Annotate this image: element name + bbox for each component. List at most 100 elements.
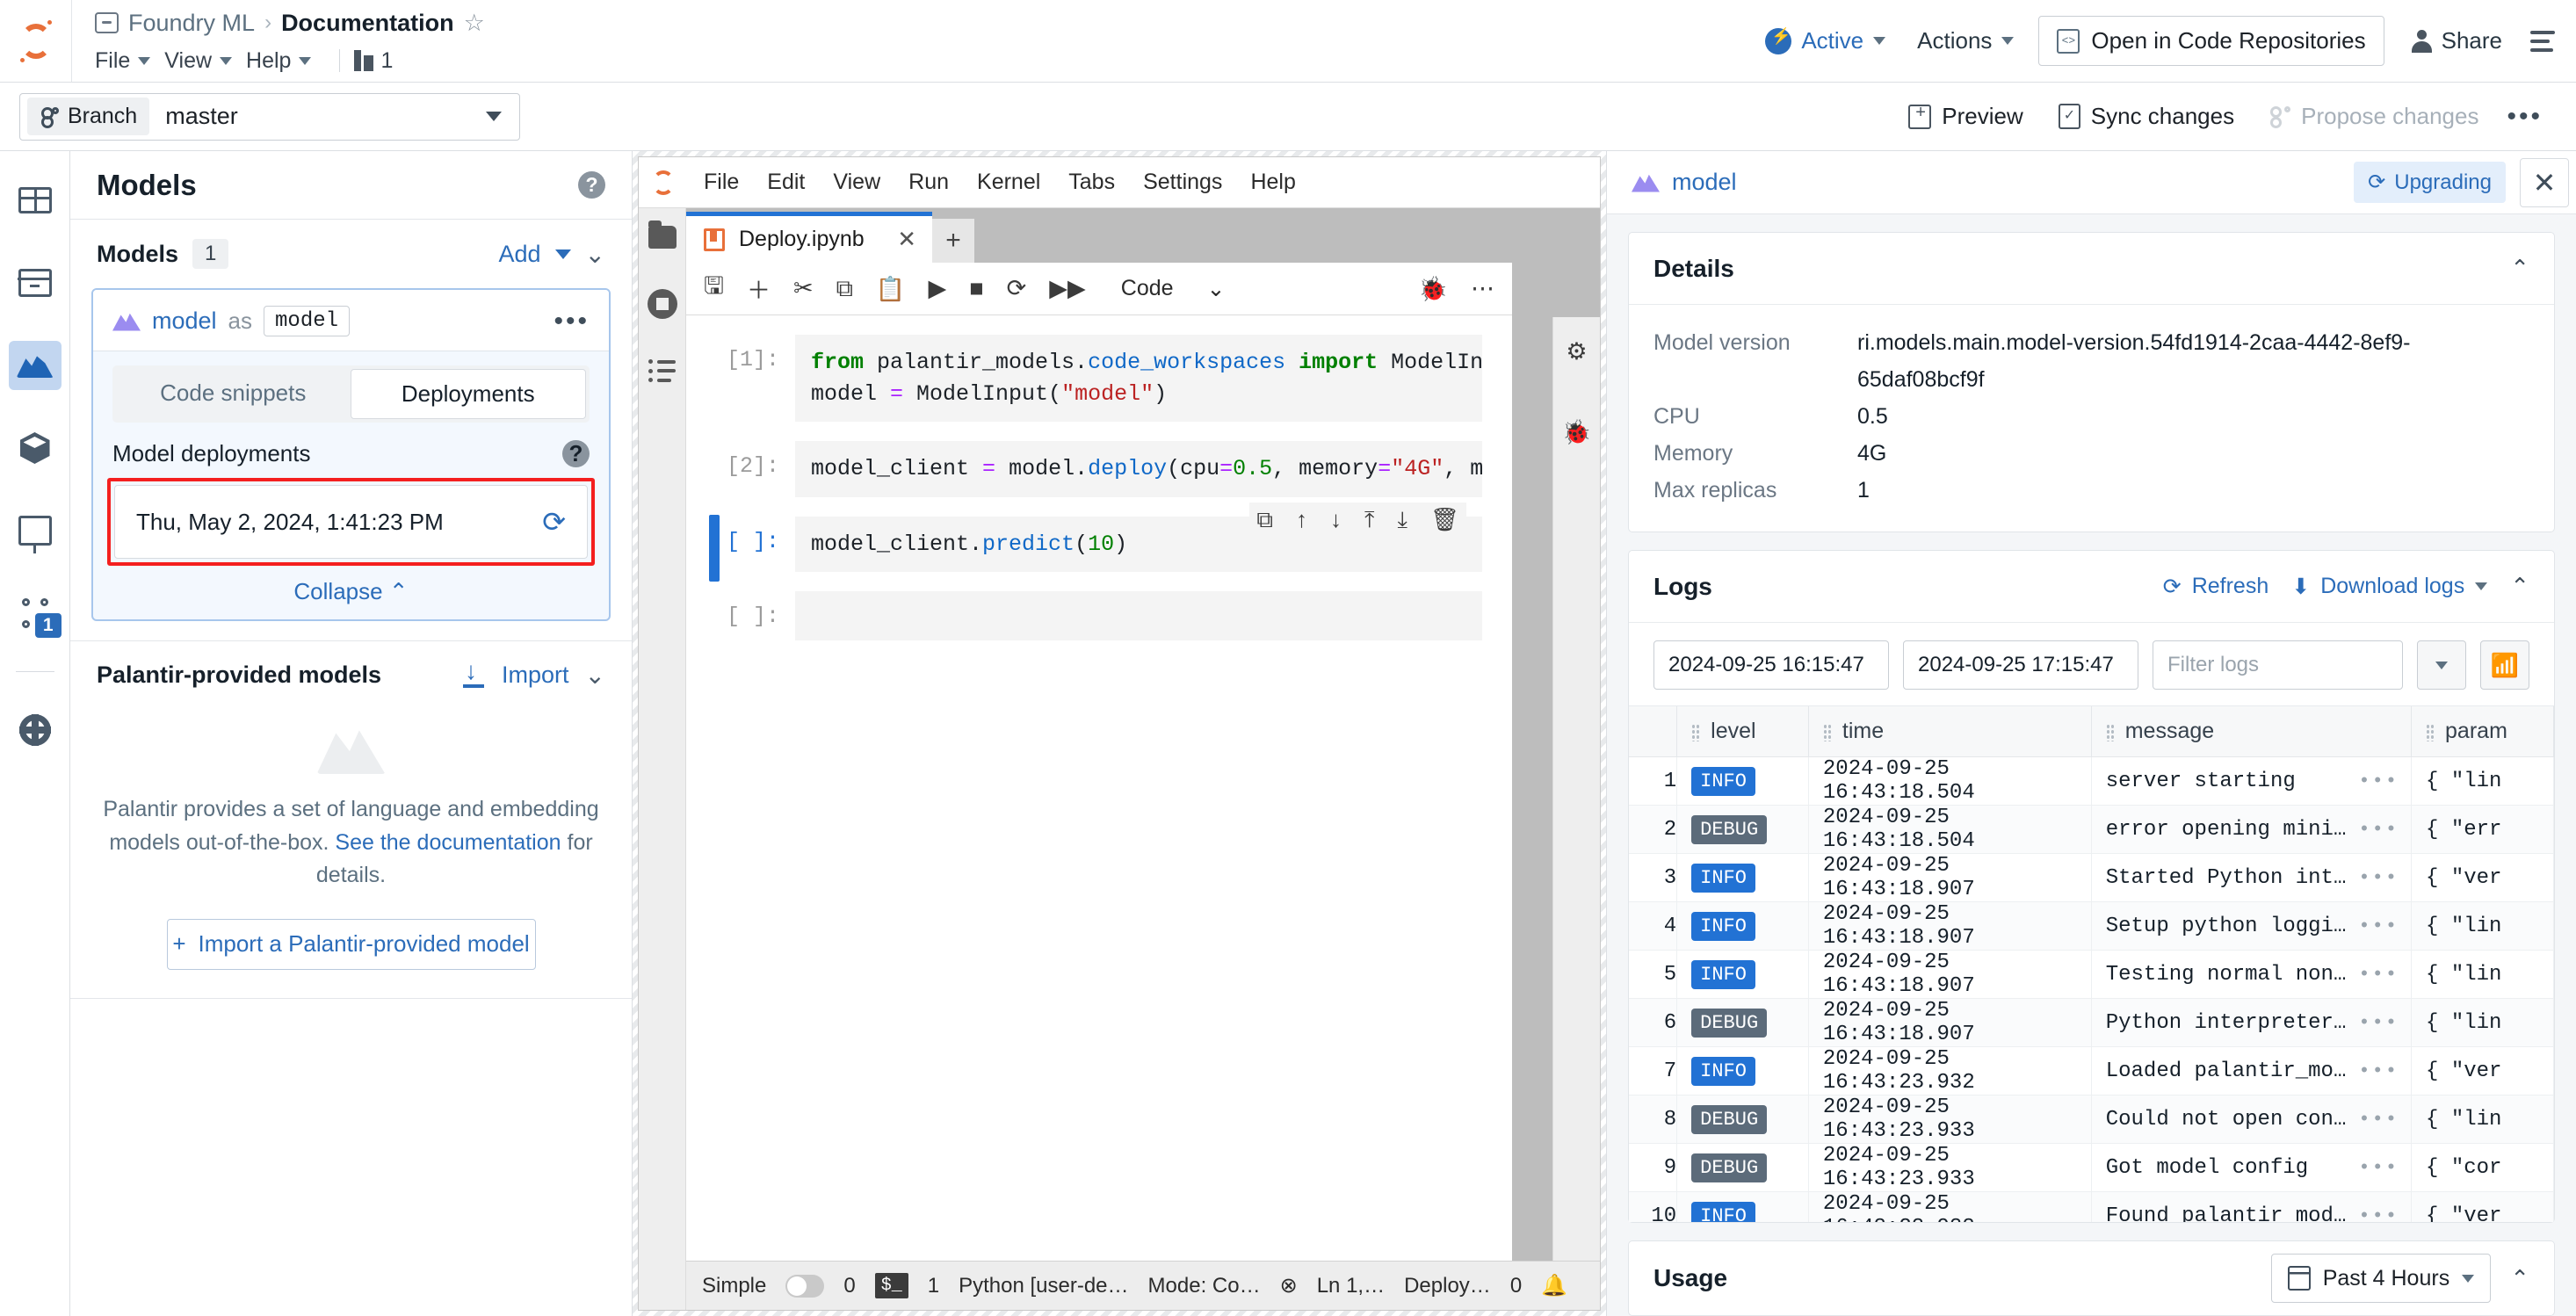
row-more-button[interactable]: ••• xyxy=(2358,1012,2411,1034)
branch-selector[interactable]: Branch master xyxy=(19,92,520,141)
table-row[interactable]: 8 DEBUG 2024-09-25 16:43:23.933 Could not o… xyxy=(1629,1095,2554,1144)
usage-time-range-button[interactable]: Past 4 Hours xyxy=(2270,1254,2492,1303)
drag-handle-icon[interactable] xyxy=(1822,724,1832,741)
notebook-cell[interactable]: [2]: model_client = model.deploy(cpu=0.5,… xyxy=(686,441,1512,497)
notebook-tab[interactable]: Deploy.ipynb ✕ xyxy=(686,212,932,263)
refresh-logs-button[interactable]: ⟳ Refresh xyxy=(2163,574,2269,600)
debugger-icon[interactable]: 🐞 xyxy=(1418,275,1448,303)
row-more-button[interactable]: ••• xyxy=(2358,1109,2411,1131)
row-more-button[interactable]: ••• xyxy=(2358,1205,2411,1223)
nb-menu-help[interactable]: Help xyxy=(1236,164,1309,200)
favorite-star-icon[interactable]: ☆ xyxy=(464,10,485,37)
rail-item-archive[interactable] xyxy=(9,258,62,307)
nb-menu-file[interactable]: File xyxy=(690,164,753,200)
table-row[interactable]: 9 DEBUG 2024-09-25 16:43:23.933 Got model c… xyxy=(1629,1143,2554,1192)
table-row[interactable]: 10INFO2024-09-25 16:43:23.933Found palan… xyxy=(1629,1191,2554,1223)
rail-item-settings[interactable] xyxy=(9,705,62,755)
table-of-contents-icon[interactable] xyxy=(648,359,677,382)
row-more-button[interactable]: ••• xyxy=(2358,819,2411,841)
log-filter-input[interactable]: Filter logs xyxy=(2153,640,2403,690)
help-icon[interactable]: ? xyxy=(562,440,590,467)
table-row[interactable]: 2 DEBUG 2024-09-25 16:43:18.504 error openi… xyxy=(1629,805,2554,854)
menu-help[interactable]: Help xyxy=(246,44,325,78)
log-end-time-input[interactable]: 2024-09-25 17:15:47 xyxy=(1903,640,2138,690)
breadcrumb-parent[interactable]: Foundry ML xyxy=(128,10,255,37)
duplicate-icon[interactable]: ⧉ xyxy=(1256,506,1273,534)
stop-icon[interactable]: ■ xyxy=(969,275,983,302)
notebook-canvas[interactable]: [1]: from palantir_models.code_workspaces… xyxy=(686,315,1512,1261)
app-logo[interactable] xyxy=(0,0,72,82)
move-up-icon[interactable]: ↑ xyxy=(1296,506,1307,534)
help-icon[interactable]: ? xyxy=(578,171,605,199)
cut-icon[interactable]: ✂ xyxy=(793,275,814,302)
notebook-cell[interactable]: [ ]: model_client.predict(10) ⧉ ↑ ↓ ⤒ ⤓ 🗑 xyxy=(686,502,1512,581)
nb-menu-edit[interactable]: Edit xyxy=(753,164,819,200)
bell-icon[interactable]: 🔔 xyxy=(1541,1273,1567,1298)
sidebar-toggle-icon[interactable] xyxy=(2530,30,2555,52)
cell-type-selector[interactable]: Code ⌄ xyxy=(1121,276,1226,302)
kernel-name[interactable]: Python [user-de… xyxy=(959,1274,1128,1298)
collapse-section-icon[interactable]: ⌄ xyxy=(585,661,605,690)
cell-source[interactable]: model_client = model.deploy(cpu=0.5, mem… xyxy=(795,441,1482,497)
menu-file[interactable]: File xyxy=(95,44,164,78)
log-stream-button[interactable]: 📶 xyxy=(2480,640,2529,690)
nb-menu-kernel[interactable]: Kernel xyxy=(963,164,1054,200)
debugger-panel-icon[interactable]: 🐞 xyxy=(1562,418,1592,446)
restart-icon[interactable]: ⟳ xyxy=(1007,275,1027,302)
table-row[interactable]: 6 DEBUG 2024-09-25 16:43:18.907 Python inte… xyxy=(1629,998,2554,1047)
status-active-button[interactable]: Active xyxy=(1749,18,1901,63)
model-detail-title[interactable]: model xyxy=(1672,169,1737,196)
table-row[interactable]: 3 INFO 2024-09-25 16:43:18.907 Started Pyth… xyxy=(1629,853,2554,902)
rail-item-models[interactable] xyxy=(8,341,62,390)
new-tab-button[interactable]: + xyxy=(932,219,974,263)
property-inspector-icon[interactable]: ⚙ xyxy=(1566,338,1587,365)
preview-button[interactable]: Preview xyxy=(1891,96,2040,137)
delete-icon[interactable]: 🗑 xyxy=(1430,506,1459,534)
drag-handle-icon[interactable] xyxy=(1691,724,1701,741)
nb-menu-tabs[interactable]: Tabs xyxy=(1054,164,1129,200)
row-more-button[interactable]: ••• xyxy=(2358,915,2411,937)
deployment-row[interactable]: Thu, May 2, 2024, 1:41:23 PM ⟳ xyxy=(114,485,588,559)
insert-above-icon[interactable]: ⤒ xyxy=(1364,506,1375,534)
rail-item-presentation[interactable] xyxy=(9,506,62,555)
rail-item-datasets[interactable] xyxy=(9,176,62,225)
tab-code-snippets[interactable]: Code snippets xyxy=(116,369,351,419)
add-cell-icon[interactable]: ＋ xyxy=(747,271,771,306)
row-more-button[interactable]: ••• xyxy=(2358,770,2411,792)
rail-item-branches[interactable]: 1 xyxy=(9,589,62,638)
save-icon[interactable]: 🖫 xyxy=(704,269,724,309)
collapse-usage-icon[interactable]: ⌃ xyxy=(2510,1265,2529,1292)
table-row[interactable]: 1 INFO 2024-09-25 16:43:18.504 server start… xyxy=(1629,756,2554,806)
notebook-cell[interactable]: [1]: from palantir_models.code_workspaces… xyxy=(686,335,1512,422)
column-header-level[interactable]: level xyxy=(1676,706,1809,757)
drag-handle-icon[interactable] xyxy=(2105,724,2115,741)
nb-menu-settings[interactable]: Settings xyxy=(1129,164,1236,200)
insert-below-icon[interactable]: ⤓ xyxy=(1397,506,1407,534)
drag-handle-icon[interactable] xyxy=(2426,724,2435,741)
running-kernels-icon[interactable] xyxy=(647,289,677,319)
nb-menu-view[interactable]: View xyxy=(819,164,894,200)
open-in-code-repositories-button[interactable]: <> Open in Code Repositories xyxy=(2038,16,2384,66)
column-header-time[interactable]: time xyxy=(1808,706,2092,757)
run-icon[interactable]: ▶ xyxy=(929,275,947,302)
row-more-button[interactable]: ••• xyxy=(2358,867,2411,889)
table-row[interactable]: 7 INFO 2024-09-25 16:43:23.932 Loaded palan… xyxy=(1629,1046,2554,1095)
download-logs-button[interactable]: ⬇ Download logs xyxy=(2291,574,2488,600)
collapse-details-icon[interactable]: ⌃ xyxy=(2510,255,2529,282)
restart-run-all-icon[interactable]: ▶▶ xyxy=(1049,275,1086,302)
menu-view[interactable]: View xyxy=(164,44,246,78)
add-model-button[interactable]: Add xyxy=(498,241,540,268)
close-icon[interactable]: ✕ xyxy=(897,226,916,253)
column-header-message[interactable]: message xyxy=(2091,706,2413,757)
cell-source[interactable]: from palantir_models.code_workspaces imp… xyxy=(795,335,1482,422)
rail-item-objects[interactable] xyxy=(9,423,62,473)
model-card-more-button[interactable]: ••• xyxy=(554,307,590,336)
file-browser-icon[interactable] xyxy=(648,221,677,249)
import-button[interactable]: Import xyxy=(502,662,569,689)
table-row[interactable]: 4 INFO 2024-09-25 16:43:18.907 Setup python… xyxy=(1629,901,2554,951)
row-more-button[interactable]: ••• xyxy=(2358,964,2411,986)
share-button[interactable]: Share xyxy=(2395,18,2518,63)
copy-icon[interactable]: ⧉ xyxy=(836,275,853,303)
move-down-icon[interactable]: ↓ xyxy=(1330,506,1342,534)
log-filter-dropdown-button[interactable] xyxy=(2417,640,2466,690)
